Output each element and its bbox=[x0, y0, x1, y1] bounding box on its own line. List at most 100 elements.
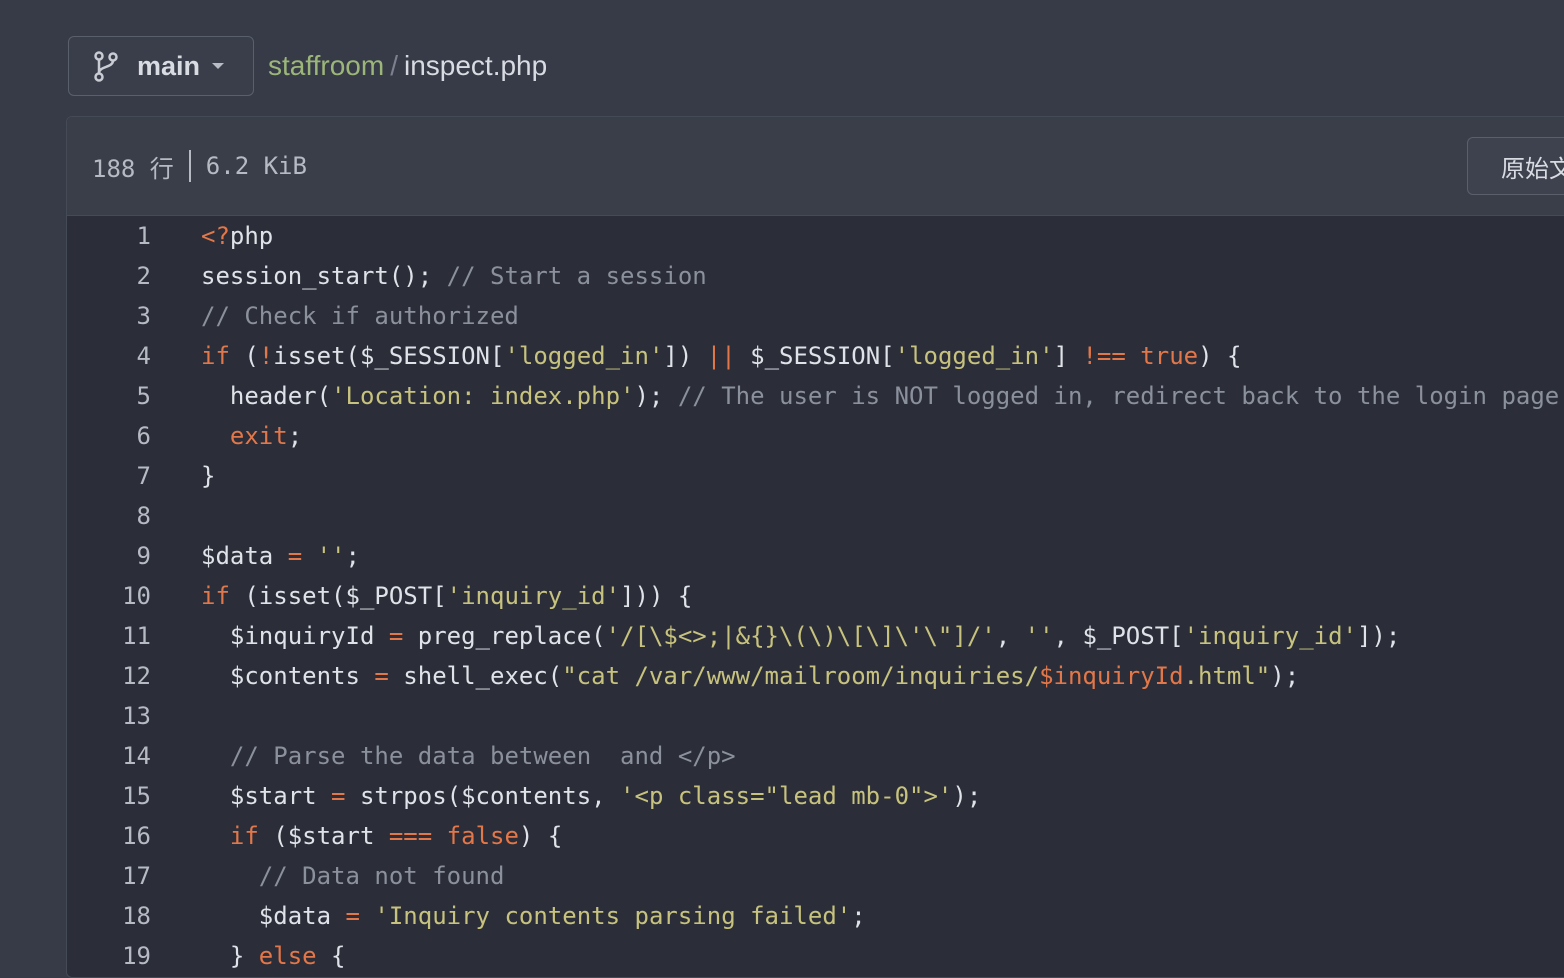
line-source: $data = 'Inquiry contents parsing failed… bbox=[201, 896, 866, 936]
code-token: || bbox=[706, 342, 736, 370]
code-token: $inquiryId bbox=[1039, 662, 1184, 690]
code-token: true bbox=[1140, 342, 1199, 370]
branch-selector-button[interactable]: main bbox=[68, 36, 254, 96]
code-token: shell_exec( bbox=[388, 662, 563, 690]
code-line: 4 if (!isset($_SESSION['logged_in']) || $… bbox=[67, 336, 1564, 376]
code-token: 'Inquiry contents parsing failed' bbox=[374, 902, 852, 930]
code-token: ; bbox=[345, 542, 360, 570]
line-number[interactable]: 4 bbox=[67, 336, 151, 376]
line-number[interactable]: 18 bbox=[67, 896, 151, 936]
code-line: 3 // Check if authorized bbox=[67, 296, 1564, 336]
code-token: ; bbox=[851, 902, 866, 930]
code-token: 'logged_in' bbox=[504, 342, 664, 370]
line-number[interactable]: 15 bbox=[67, 776, 151, 816]
code-line: 9 $data = ''; bbox=[67, 536, 1564, 576]
code-token: <? bbox=[201, 222, 230, 250]
line-number[interactable]: 14 bbox=[67, 736, 151, 776]
git-branch-icon bbox=[91, 50, 121, 82]
code-token: = bbox=[374, 662, 389, 690]
code-token: "cat /var/www/mailroom/inquiries/ bbox=[562, 662, 1040, 690]
code-token: = bbox=[388, 622, 404, 650]
code-token: php bbox=[229, 222, 274, 250]
code-line: 12 $contents = shell_exec("cat /var/www/… bbox=[67, 656, 1564, 696]
code-token: ; bbox=[287, 422, 303, 450]
code-token: if bbox=[201, 582, 230, 610]
code-line: 11 $inquiryId = preg_replace('/[\$<>;|&{… bbox=[67, 616, 1564, 656]
line-number[interactable]: 12 bbox=[67, 656, 151, 696]
code-token: '/[\$<>;|&{}\(\)\[\]\'\"]/' bbox=[605, 622, 996, 650]
code-line: 10 if (isset($_POST['inquiry_id'])) { bbox=[67, 576, 1564, 616]
code-line: 7} bbox=[67, 456, 1564, 496]
line-source: exit; bbox=[201, 416, 302, 456]
code-token: (isset($_POST[ bbox=[229, 582, 447, 610]
code-token: ) { bbox=[1198, 342, 1242, 370]
code-token: header( bbox=[201, 382, 332, 410]
code-token: = bbox=[345, 902, 360, 930]
line-source: } bbox=[201, 456, 215, 496]
code-token: '<p class="lead mb-0">' bbox=[620, 782, 953, 810]
code-token: ] bbox=[1053, 342, 1083, 370]
code-line: 13 bbox=[67, 696, 1564, 736]
code-token: if bbox=[201, 342, 230, 370]
line-number[interactable]: 5 bbox=[67, 376, 151, 416]
file-meta: 188 行 6.2 KiB bbox=[92, 149, 307, 184]
code-token: 'logged_in' bbox=[894, 342, 1054, 370]
line-number[interactable]: 7 bbox=[67, 456, 151, 496]
code-line: 6 exit; bbox=[67, 416, 1564, 456]
line-source: if (isset($_POST['inquiry_id'])) { bbox=[201, 576, 692, 616]
line-number[interactable]: 13 bbox=[67, 696, 151, 736]
code-line: 17 // Data not found bbox=[67, 856, 1564, 896]
file-navigation: main staffroom / inspect.php bbox=[68, 36, 547, 96]
code-token: $_SESSION[ bbox=[735, 342, 895, 370]
code-token: ])) { bbox=[620, 582, 693, 610]
raw-file-button[interactable]: 原始文件 bbox=[1467, 137, 1564, 195]
line-source: } else { bbox=[201, 936, 346, 976]
code-token: $data bbox=[201, 542, 288, 570]
line-source: <?php bbox=[201, 216, 273, 256]
code-line: 16 if ($start === false) { bbox=[67, 816, 1564, 856]
code-line: 18 $data = 'Inquiry contents parsing fai… bbox=[67, 896, 1564, 936]
line-number[interactable]: 16 bbox=[67, 816, 151, 856]
code-token: ($start bbox=[258, 822, 389, 850]
code-token: ! bbox=[258, 342, 274, 370]
code-token: false bbox=[446, 822, 519, 850]
code-token: // The user is NOT logged in, redirect b… bbox=[677, 382, 1560, 410]
line-number[interactable]: 9 bbox=[67, 536, 151, 576]
line-number[interactable]: 8 bbox=[67, 496, 151, 536]
code-token: exit bbox=[229, 422, 288, 450]
code-token: 'Location: index.php' bbox=[331, 382, 635, 410]
code-token: preg_replace( bbox=[403, 622, 606, 650]
code-token: 'inquiry_id' bbox=[446, 582, 621, 610]
line-number[interactable]: 1 bbox=[67, 216, 151, 256]
line-source: if ($start === false) { bbox=[201, 816, 562, 856]
line-source: // Check if authorized bbox=[201, 296, 519, 336]
code-token: session_start(); bbox=[201, 262, 447, 290]
line-number[interactable]: 6 bbox=[67, 416, 151, 456]
line-number[interactable]: 2 bbox=[67, 256, 151, 296]
line-number[interactable]: 17 bbox=[67, 856, 151, 896]
code-token: } bbox=[201, 942, 259, 970]
code-token: !== bbox=[1082, 342, 1126, 370]
line-number[interactable]: 3 bbox=[67, 296, 151, 336]
breadcrumb-separator: / bbox=[390, 50, 398, 81]
line-number[interactable]: 11 bbox=[67, 616, 151, 656]
line-source: header('Location: index.php'); // The us… bbox=[201, 376, 1559, 416]
file-viewer: 188 行 6.2 KiB 原始文件 1 <?php 2 session_start(… bbox=[66, 116, 1564, 978]
line-source: $contents = shell_exec("cat /var/www/mai… bbox=[201, 656, 1299, 696]
breadcrumb-repo-link[interactable]: staffroom bbox=[268, 50, 384, 82]
code-token: , $_POST[ bbox=[1053, 622, 1184, 650]
code-token: ); bbox=[634, 382, 678, 410]
line-source: session_start(); // Start a session bbox=[201, 256, 707, 296]
code-token: // Parse the data between and </p> bbox=[229, 742, 736, 770]
code-line: 1 <?php bbox=[67, 216, 1564, 256]
code-line: 2 session_start(); // Start a session bbox=[67, 256, 1564, 296]
line-number[interactable]: 10 bbox=[67, 576, 151, 616]
code-line: 19 } else { bbox=[67, 936, 1564, 976]
line-number[interactable]: 19 bbox=[67, 936, 151, 976]
code-token: isset($_SESSION[ bbox=[273, 342, 505, 370]
